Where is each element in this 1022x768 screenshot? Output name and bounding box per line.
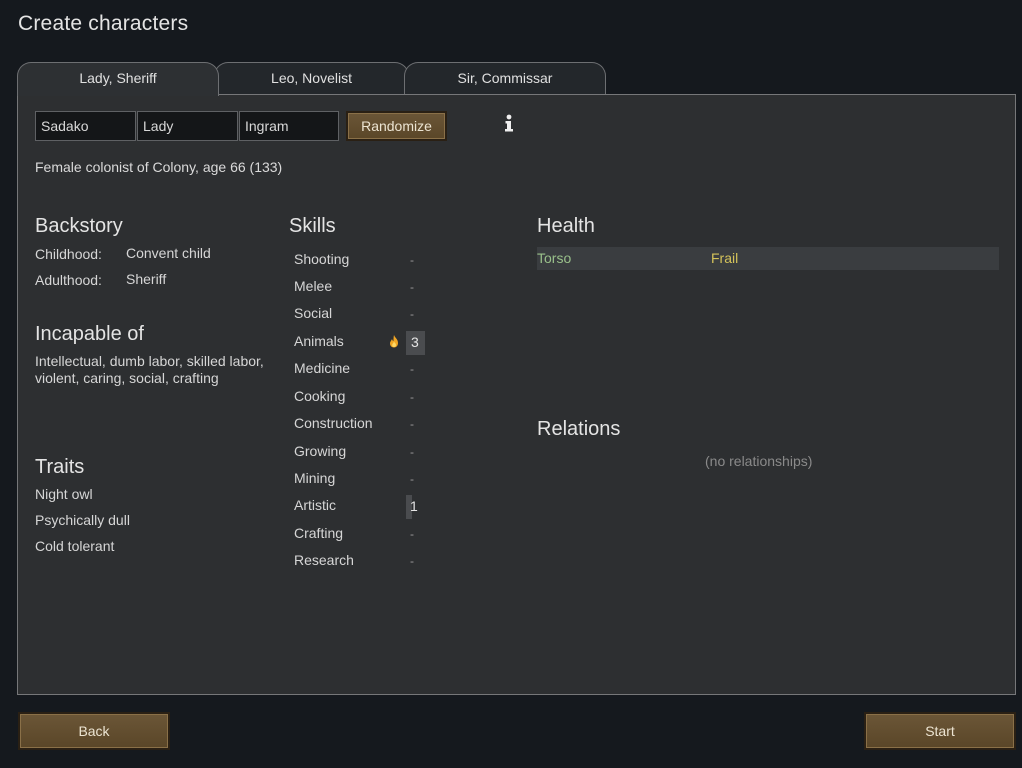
skill-level: - bbox=[410, 362, 414, 376]
health-body-part: Torso bbox=[537, 250, 572, 266]
skill-level: - bbox=[410, 417, 414, 431]
tab-label: Lady, Sheriff bbox=[79, 70, 157, 86]
skill-name: Animals bbox=[294, 333, 344, 349]
adulthood-label: Adulthood: bbox=[35, 272, 102, 288]
skill-name: Construction bbox=[294, 415, 373, 431]
skill-name: Research bbox=[294, 552, 354, 568]
first-name-input[interactable] bbox=[35, 111, 136, 141]
skill-level: 1 bbox=[410, 498, 418, 514]
skill-name: Artistic bbox=[294, 497, 336, 513]
flame-icon bbox=[390, 335, 398, 348]
character-panel bbox=[17, 94, 1016, 695]
skill-name: Mining bbox=[294, 470, 336, 486]
incapable-text: Intellectual, dumb labor, skilled labor,… bbox=[35, 353, 264, 386]
skill-level: - bbox=[410, 527, 414, 541]
tab-label: Leo, Novelist bbox=[271, 70, 352, 86]
create-characters-screen: Create characters Lady, Sheriff Leo, Nov… bbox=[0, 0, 1022, 768]
last-name-input[interactable] bbox=[239, 111, 339, 141]
skill-level: - bbox=[410, 390, 414, 404]
trait-item[interactable]: Cold tolerant bbox=[35, 538, 114, 554]
tab-lady-sheriff[interactable]: Lady, Sheriff bbox=[17, 62, 219, 96]
skill-level: - bbox=[410, 307, 414, 321]
tab-label: Sir, Commissar bbox=[457, 70, 553, 86]
back-button[interactable]: Back bbox=[18, 712, 170, 750]
skill-row-mining[interactable]: Mining - bbox=[294, 468, 434, 490]
traits-title: Traits bbox=[35, 456, 85, 478]
back-label: Back bbox=[78, 723, 110, 739]
skill-name: Shooting bbox=[294, 251, 350, 267]
relations-title: Relations bbox=[537, 418, 621, 440]
trait-item[interactable]: Night owl bbox=[35, 486, 93, 502]
childhood-label: Childhood: bbox=[35, 246, 102, 262]
no-relationships-text: (no relationships) bbox=[705, 453, 813, 469]
skill-level: - bbox=[410, 554, 414, 568]
skill-row-research[interactable]: Research - bbox=[294, 550, 434, 572]
skill-name: Social bbox=[294, 305, 333, 321]
info-icon[interactable] bbox=[502, 114, 516, 132]
incapable-title: Incapable of bbox=[35, 323, 144, 345]
skill-level: - bbox=[410, 280, 414, 294]
childhood-value[interactable]: Convent child bbox=[126, 245, 211, 261]
trait-item[interactable]: Psychically dull bbox=[35, 512, 130, 528]
skill-row-medicine[interactable]: Medicine - bbox=[294, 358, 434, 380]
page-title: Create characters bbox=[18, 12, 189, 35]
skill-row-melee[interactable]: Melee - bbox=[294, 276, 434, 298]
skills-title: Skills bbox=[289, 215, 336, 237]
skill-row-artistic[interactable]: Artistic 1 bbox=[294, 495, 434, 519]
skill-name: Melee bbox=[294, 278, 333, 294]
start-label: Start bbox=[925, 723, 955, 739]
skill-name: Cooking bbox=[294, 388, 346, 404]
tab-leo-novelist[interactable]: Leo, Novelist bbox=[214, 62, 409, 96]
skill-row-crafting[interactable]: Crafting - bbox=[294, 523, 434, 545]
start-button[interactable]: Start bbox=[864, 712, 1016, 750]
health-title: Health bbox=[537, 215, 595, 237]
randomize-button[interactable]: Randomize bbox=[346, 111, 447, 141]
tab-sir-commissar[interactable]: Sir, Commissar bbox=[404, 62, 606, 96]
skill-level: 3 bbox=[411, 334, 419, 350]
skill-level: - bbox=[410, 472, 414, 486]
skill-level: - bbox=[410, 445, 414, 459]
health-condition: Frail bbox=[711, 250, 739, 266]
skill-row-construction[interactable]: Construction - bbox=[294, 413, 434, 435]
nickname-input[interactable] bbox=[137, 111, 238, 141]
skill-name: Growing bbox=[294, 443, 347, 459]
skill-row-growing[interactable]: Growing - bbox=[294, 441, 434, 463]
skill-name: Medicine bbox=[294, 360, 351, 376]
colonist-description: Female colonist of Colony, age 66 (133) bbox=[35, 159, 283, 175]
skill-name: Crafting bbox=[294, 525, 344, 541]
skill-row-social[interactable]: Social - bbox=[294, 303, 434, 325]
skill-row-shooting[interactable]: Shooting - bbox=[294, 249, 434, 271]
backstory-title: Backstory bbox=[35, 215, 123, 237]
adulthood-value[interactable]: Sheriff bbox=[126, 271, 166, 287]
skill-row-animals[interactable]: Animals 3 bbox=[294, 331, 434, 355]
health-row[interactable]: Torso Frail bbox=[537, 247, 999, 270]
skill-level: - bbox=[410, 253, 414, 267]
skill-row-cooking[interactable]: Cooking - bbox=[294, 386, 434, 408]
randomize-label: Randomize bbox=[361, 118, 432, 134]
